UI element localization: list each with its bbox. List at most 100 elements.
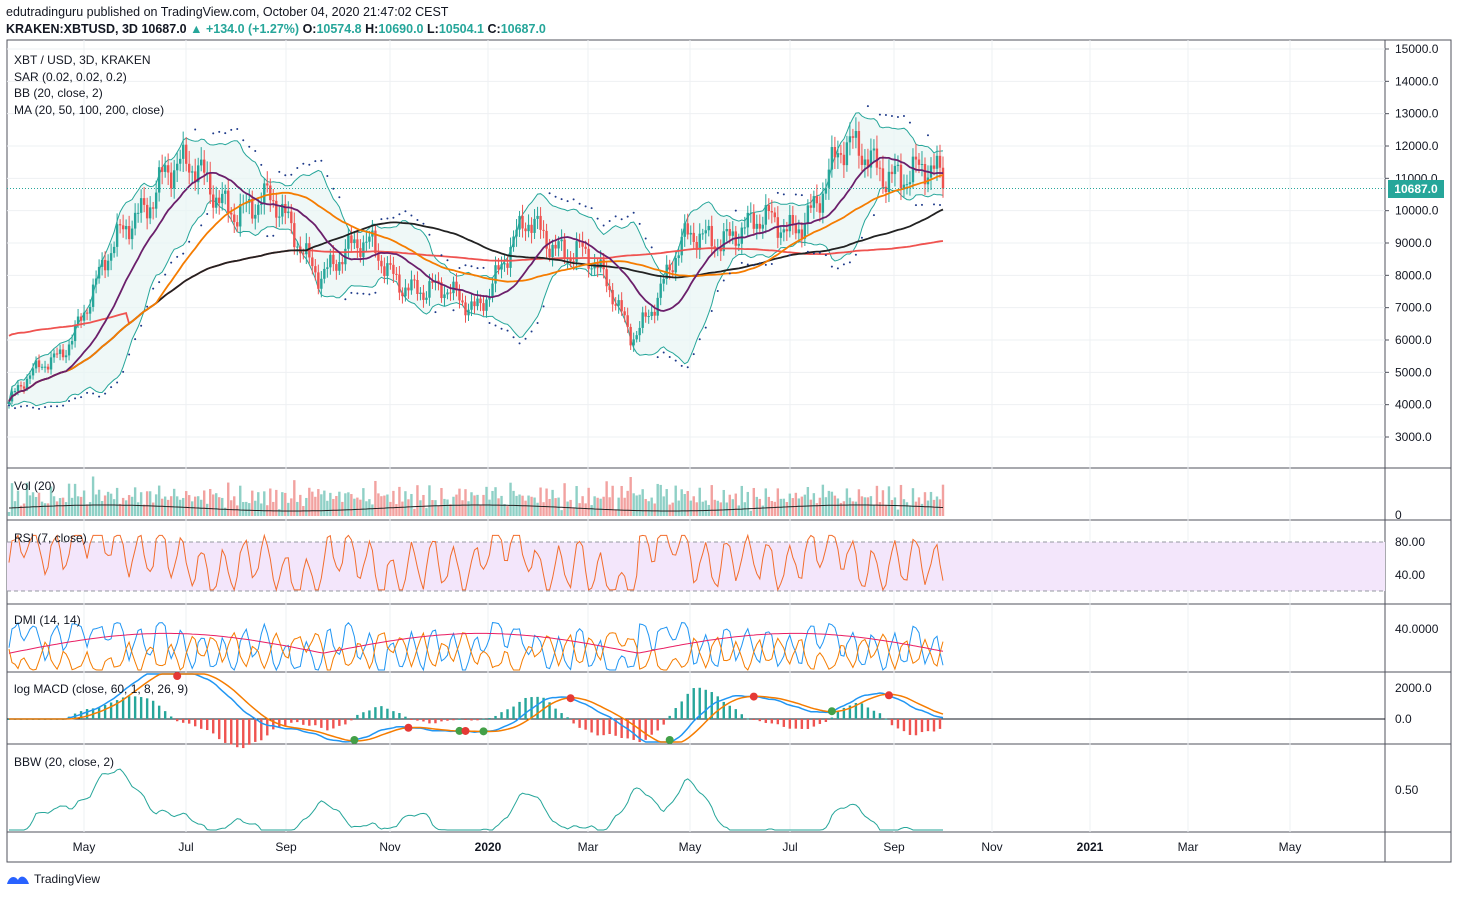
volume-bar <box>308 487 311 516</box>
candle-body <box>518 215 521 230</box>
legend-bb[interactable]: BB (20, close, 2) <box>14 85 164 102</box>
volume-bar <box>686 491 689 516</box>
volume-bar <box>485 486 488 516</box>
volume-bar <box>719 502 722 516</box>
volume-bar <box>422 494 425 516</box>
candle-body <box>671 270 674 273</box>
macd-histogram-bar <box>938 719 942 729</box>
volume-bar <box>154 494 158 516</box>
candle-body <box>209 172 212 195</box>
sar-dot <box>674 359 677 362</box>
sar-dot <box>266 235 269 238</box>
price-axis-label: 13000.0 <box>1395 107 1439 121</box>
macd-histogram-bar <box>392 711 395 719</box>
candle-body <box>620 300 623 312</box>
candle-body <box>536 215 539 219</box>
macd-histogram-bar <box>218 719 221 740</box>
candle-body <box>61 349 65 358</box>
chart-canvas[interactable]: May Jul Sep Nov 2020 Mar May Jul Sep Nov 2021 Mar Ma… <box>0 0 1458 898</box>
candle-body <box>692 232 695 242</box>
candle-body <box>704 230 707 234</box>
volume-bar <box>911 488 915 516</box>
volume-bar <box>920 503 924 516</box>
volume-bar <box>242 502 245 516</box>
sar-dot <box>908 121 911 124</box>
tradingview-footer[interactable]: TradingView <box>6 872 100 886</box>
macd-histogram-bar <box>644 719 647 740</box>
candle-body <box>272 200 275 202</box>
sar-dot <box>566 200 569 203</box>
macd-cross-dot <box>749 692 758 701</box>
volume-bar <box>614 509 617 516</box>
sar-dot <box>662 351 665 354</box>
bbw-legend[interactable]: BBW (20, close, 2) <box>14 754 114 771</box>
dmi-legend[interactable]: DMI (14, 14) <box>14 612 81 629</box>
volume-bar <box>806 487 810 516</box>
volume-bar <box>175 496 179 516</box>
volume-bar <box>941 484 945 516</box>
macd-histogram-bar <box>806 719 810 729</box>
volume-bar <box>893 497 897 516</box>
sar-dot <box>188 240 191 243</box>
candle-body <box>404 287 407 297</box>
macd-histogram-bar <box>812 719 816 727</box>
volume-bar <box>145 491 149 516</box>
volume-bar <box>701 501 704 516</box>
vol-legend[interactable]: Vol (20) <box>14 478 55 495</box>
volume-bar <box>236 505 239 516</box>
candle-body <box>851 136 855 138</box>
volume-bar <box>112 499 116 516</box>
macd-histogram-bar <box>398 713 401 719</box>
sar-dot <box>92 392 95 395</box>
candle-body <box>857 131 861 156</box>
sar-dot <box>458 266 461 269</box>
sar-dot <box>392 216 395 219</box>
volume-bar <box>193 496 197 516</box>
sar-dot <box>836 267 839 270</box>
volume-bar <box>767 496 771 516</box>
sar-dot <box>320 159 323 162</box>
sar-dot <box>632 211 635 214</box>
candle-body <box>163 165 167 172</box>
candle-body <box>13 391 17 393</box>
sar-dot <box>380 218 383 221</box>
volume-bar <box>160 498 164 516</box>
volume-bar <box>118 503 122 516</box>
sar-dot <box>602 224 605 227</box>
candle-body <box>506 263 509 268</box>
volume-bar <box>121 497 125 516</box>
volume-bar <box>287 502 290 516</box>
volume-bar <box>221 497 224 516</box>
macd-histogram-bar <box>578 719 581 728</box>
macd-histogram-bar <box>404 716 407 719</box>
candle-body <box>782 229 786 233</box>
sar-dot <box>146 305 149 308</box>
candle-body <box>398 274 401 293</box>
volume-bar <box>275 489 278 516</box>
legend-symbol[interactable]: XBT / USD, 3D, KRAKEN <box>14 52 164 69</box>
volume-bar <box>218 497 221 516</box>
legend-ma[interactable]: MA (20, 50, 100, 200, close) <box>14 102 164 119</box>
volume-bar <box>695 502 698 516</box>
candle-body <box>410 279 413 291</box>
candle-body <box>638 327 641 336</box>
rsi-legend[interactable]: RSI (7, close) <box>14 530 87 547</box>
candle-body <box>85 312 89 314</box>
candle-body <box>401 292 404 297</box>
main-legend: XBT / USD, 3D, KRAKEN SAR (0.02, 0.02, 0… <box>14 52 164 118</box>
candle-body <box>449 292 452 294</box>
macd-histogram-bar <box>872 710 876 719</box>
macd-legend[interactable]: log MACD (close, 60, 1, 8, 26, 9) <box>14 681 188 698</box>
candle-body <box>497 265 500 270</box>
sar-dot <box>620 218 623 221</box>
candle-body <box>37 360 41 368</box>
candle-body <box>683 223 686 237</box>
legend-sar[interactable]: SAR (0.02, 0.02, 0.2) <box>14 69 164 86</box>
volume-bar <box>884 505 888 516</box>
candle-body <box>806 205 810 224</box>
candle-body <box>302 253 305 255</box>
candle-body <box>629 326 632 346</box>
volume-bar <box>290 498 293 516</box>
candle-body <box>341 262 344 265</box>
volume-bar <box>374 480 377 516</box>
